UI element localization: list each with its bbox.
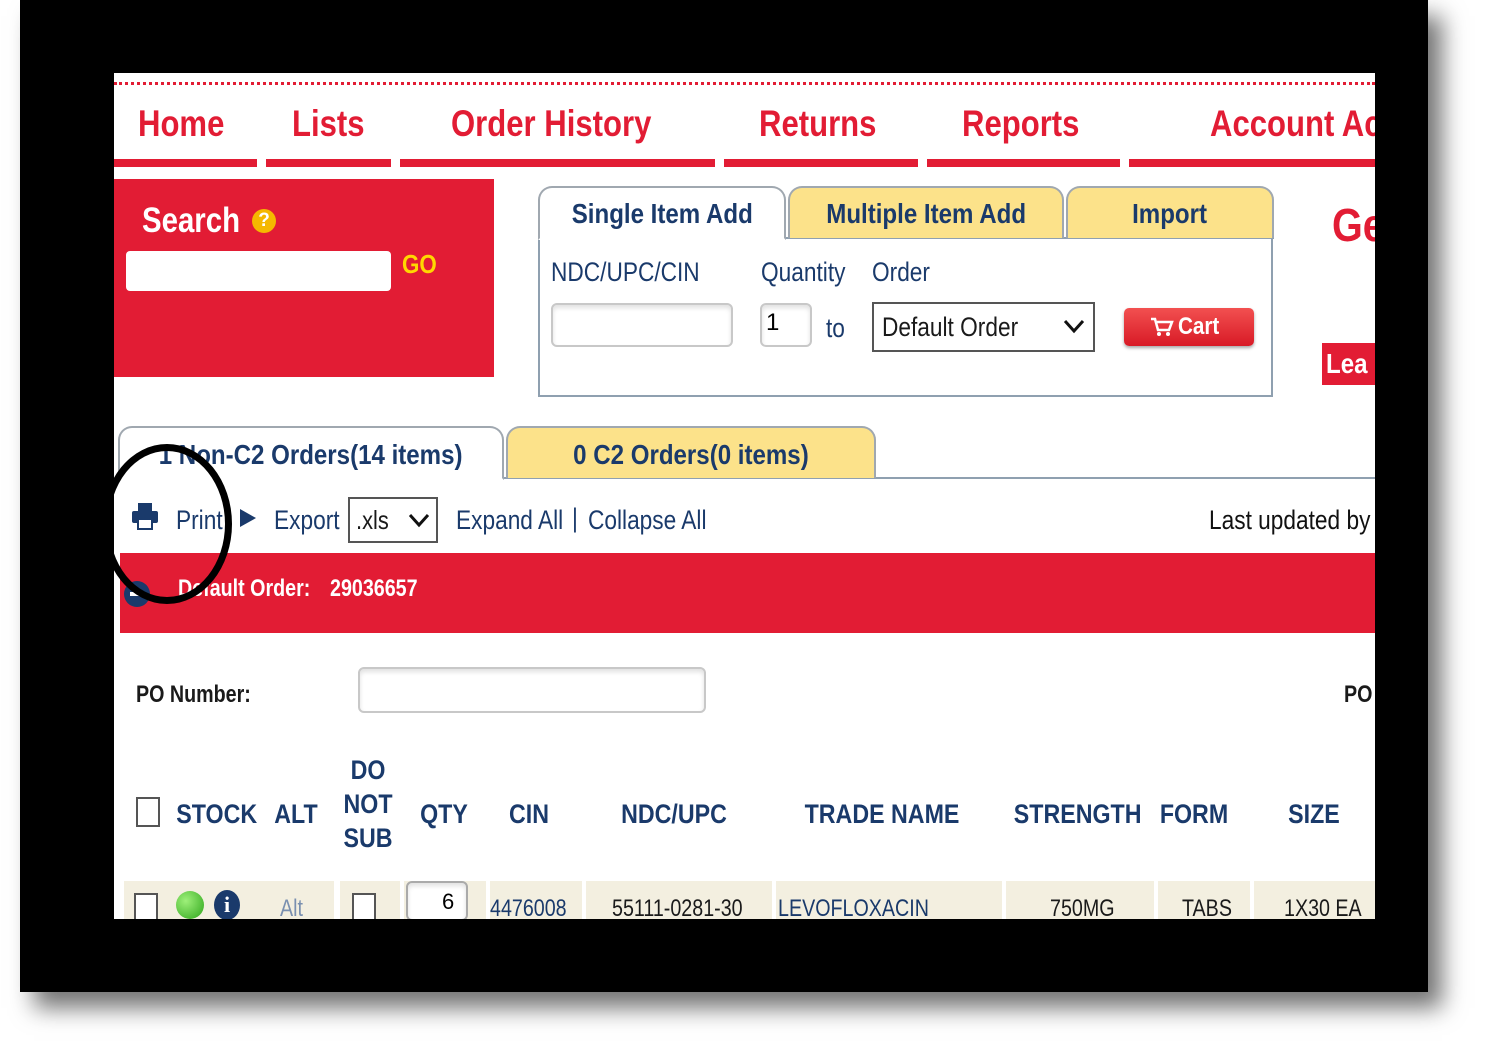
col-ndc-upc[interactable]: NDC/UPC <box>614 797 734 831</box>
quantity-input[interactable]: 1 <box>760 303 812 347</box>
screenshot-frame: Home Lists Order History Returns Reports… <box>20 0 1428 992</box>
col-stock[interactable]: STOCK <box>176 797 257 831</box>
ndc-input[interactable] <box>551 303 733 347</box>
nav-item-home[interactable]: Home <box>138 103 224 145</box>
po-number-label: PO Number: <box>136 681 251 708</box>
add-to-cart-button[interactable]: Cart <box>1124 308 1254 346</box>
tab-multiple-item-add-label: Multiple Item Add <box>826 198 1026 229</box>
nav-underline-reports <box>927 159 1120 167</box>
tab-single-item-add-label: Single Item Add <box>571 198 753 229</box>
order-select-value: Default Order <box>882 312 1019 342</box>
col-cin[interactable]: CIN <box>499 797 559 831</box>
nav-item-returns[interactable]: Returns <box>759 103 876 145</box>
quantity-label: Quantity <box>761 257 846 287</box>
col-do-not-sub[interactable]: DO NOT SUB <box>342 753 394 855</box>
row-ndc: 55111-0281-30 <box>612 895 743 919</box>
ndc-label: NDC/UPC/CIN <box>551 257 700 287</box>
top-dotted-rule <box>114 82 1375 85</box>
last-updated-text: Last updated by <box>1209 505 1371 535</box>
order-label: Order <box>872 257 930 287</box>
col-trade-name[interactable]: TRADE NAME <box>796 797 968 831</box>
order-select[interactable]: Default Order <box>872 302 1095 352</box>
tab-import[interactable]: Import <box>1066 186 1274 238</box>
col-alt[interactable]: ALT <box>274 797 319 831</box>
tab-single-item-add[interactable]: Single Item Add <box>538 186 786 240</box>
arrow-right-icon <box>240 509 256 527</box>
row-trade-name[interactable]: LEVOFLOXACIN <box>778 895 929 919</box>
nav-underline-home <box>114 159 257 167</box>
tab-c2-orders-label: 0 C2 Orders(0 items) <box>573 439 809 470</box>
default-order-number: 29036657 <box>330 575 418 602</box>
tab-c2-orders[interactable]: 0 C2 Orders(0 items) <box>506 426 876 478</box>
search-go-button[interactable]: GO <box>402 249 437 280</box>
nav-item-order-history[interactable]: Order History <box>451 103 651 145</box>
nav-underline-returns <box>724 159 918 167</box>
nav-item-account[interactable]: Account Ac <box>1210 103 1375 145</box>
collapse-all-link[interactable]: Collapse All <box>588 505 707 536</box>
nav-underline-order-history <box>400 159 715 167</box>
po-right-label-partial: PO <box>1344 681 1373 708</box>
export-link[interactable]: Export <box>274 505 340 536</box>
to-label: to <box>826 313 845 343</box>
row-cin[interactable]: 4476008 <box>490 895 567 919</box>
cart-icon <box>1151 317 1174 336</box>
select-all-checkbox[interactable] <box>136 797 160 827</box>
search-panel: Search ? GO <box>114 179 494 377</box>
learn-more-button-partial[interactable]: Lea <box>1322 343 1375 385</box>
row-alt-link[interactable]: Alt <box>280 895 303 919</box>
toolbar-separator: | <box>572 503 578 533</box>
info-icon[interactable]: i <box>214 890 240 919</box>
row-qty-value: 6 <box>442 889 455 914</box>
cart-label: Cart <box>1178 313 1220 340</box>
row-strength: 750MG <box>1050 895 1115 919</box>
right-heading-partial: Ge <box>1332 199 1375 251</box>
expand-all-link[interactable]: Expand All <box>456 505 563 536</box>
default-order-bar: Default Order: 29036657 <box>120 553 1375 633</box>
row-form: TABS <box>1182 895 1232 919</box>
quantity-value: 1 <box>766 309 780 336</box>
learn-more-label-partial: Lea <box>1326 348 1368 379</box>
row-qty-input[interactable]: 6 <box>406 881 468 919</box>
nav-item-reports[interactable]: Reports <box>962 103 1079 145</box>
row-size: 1X30 EA <box>1284 895 1362 919</box>
col-qty[interactable]: QTY <box>418 797 470 831</box>
nav-underline-account <box>1129 159 1375 167</box>
green-dot-icon <box>176 891 204 919</box>
nav-underline-lists <box>266 159 391 167</box>
col-size[interactable]: SIZE <box>1280 797 1349 831</box>
question-circle-icon[interactable]: ? <box>252 209 276 233</box>
row-select-checkbox[interactable] <box>134 893 158 919</box>
po-number-input[interactable] <box>358 667 706 713</box>
search-label: Search <box>142 201 241 240</box>
col-form[interactable]: FORM <box>1160 797 1229 831</box>
chevron-down-icon <box>1063 319 1085 334</box>
row-do-not-sub-checkbox[interactable] <box>352 893 376 919</box>
chevron-down-icon <box>408 513 430 528</box>
export-format-select[interactable]: .xls <box>348 497 438 543</box>
search-input[interactable] <box>126 251 391 291</box>
tab-import-label: Import <box>1132 198 1208 229</box>
nav-item-lists[interactable]: Lists <box>292 103 365 145</box>
export-format-value: .xls <box>356 505 389 535</box>
annotation-circle <box>102 444 232 604</box>
tab-multiple-item-add[interactable]: Multiple Item Add <box>788 186 1064 238</box>
pharmacy-ordering-page: Home Lists Order History Returns Reports… <box>114 73 1375 919</box>
col-strength[interactable]: STRENGTH <box>1014 797 1142 831</box>
